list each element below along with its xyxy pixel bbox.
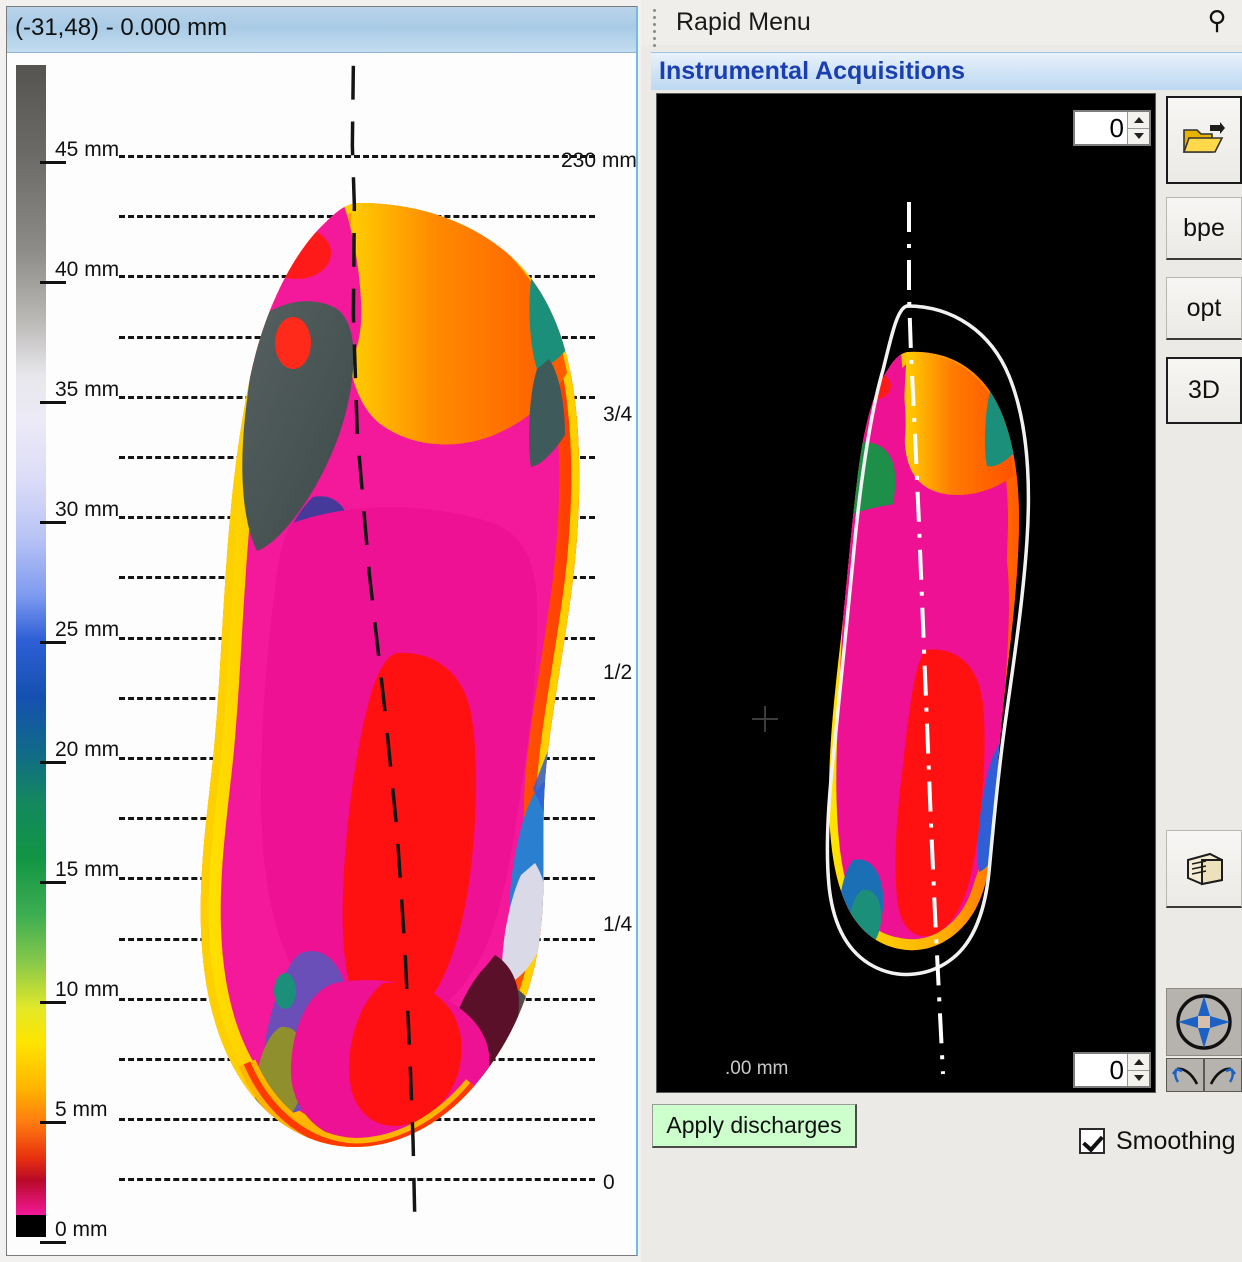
open-file-button[interactable] (1166, 96, 1242, 184)
rotate-right-button[interactable] (1204, 1058, 1242, 1092)
smoothing-checkbox-row[interactable]: Smoothing (1079, 1124, 1236, 1158)
offset-spinner-top[interactable]: 0 (1073, 110, 1151, 146)
section-header-label: Instrumental Acquisitions (659, 57, 966, 85)
smoothing-label: Smoothing (1116, 1126, 1236, 1155)
folder-open-icon (1182, 122, 1225, 153)
apply-discharges-label: Apply discharges (666, 1112, 842, 1138)
offset-spinner-top-value[interactable]: 0 (1075, 112, 1127, 144)
rapid-menu-title: Rapid Menu (676, 8, 811, 36)
bpe-button[interactable]: bpe (1166, 197, 1242, 260)
offset-spinner-bottom-value[interactable]: 0 (1075, 1054, 1127, 1086)
viewport-scale-label: .00 mm (725, 1058, 789, 1079)
offset-spinner-top-arrows[interactable] (1127, 112, 1149, 144)
pan-navigation-pad[interactable] (1166, 988, 1242, 1056)
rapid-menu-bar: Rapid Menu ⚲ (641, 0, 1242, 47)
drag-grip-icon[interactable] (653, 9, 657, 47)
print-button[interactable] (1166, 830, 1242, 908)
spinner-down-icon[interactable] (1128, 129, 1149, 145)
rotate-left-icon (1171, 1067, 1199, 1085)
print-book-icon (1187, 852, 1223, 885)
origin-crosshair-icon (752, 706, 778, 732)
spinner-up-icon[interactable] (1128, 1054, 1149, 1071)
pressure-map-titlebar: (-31,48) - 0.000 mm (7, 7, 636, 53)
spinner-up-icon[interactable] (1128, 112, 1149, 129)
smoothing-checkbox[interactable] (1079, 1128, 1105, 1154)
pressure-map-frame: (-31,48) - 0.000 mm 45 mm 40 mm 35 mm 30 mm… (6, 6, 638, 1256)
pin-icon[interactable]: ⚲ (1204, 5, 1230, 35)
coordinate-readout: (-31,48) - 0.000 mm (15, 14, 228, 41)
opt-button[interactable]: opt (1166, 277, 1242, 340)
rotate-right-icon (1209, 1067, 1237, 1085)
3d-button[interactable]: 3D (1166, 357, 1242, 424)
opt-button-label: opt (1186, 293, 1222, 322)
acquisition-viewport[interactable]: .00 mm (656, 93, 1156, 1093)
section-header-instrumental-acquisitions: Instrumental Acquisitions (651, 52, 1242, 90)
3d-button-label: 3D (1188, 376, 1220, 404)
foot-center-axis (350, 65, 417, 1231)
acquisition-foot-svg (825, 202, 1031, 1075)
spinner-down-icon[interactable] (1128, 1071, 1149, 1087)
pressure-map-plot-area[interactable]: 45 mm 40 mm 35 mm 30 mm 25 mm 20 mm 15 mm 10 mm… (7, 53, 636, 1255)
four-way-compass-icon (1176, 994, 1232, 1050)
rotate-left-button[interactable] (1166, 1058, 1204, 1092)
bpe-button-label: bpe (1183, 213, 1225, 242)
offset-spinner-bottom-arrows[interactable] (1127, 1054, 1149, 1086)
pressure-map-panel: (-31,48) - 0.000 mm 45 mm 40 mm 35 mm 30 mm… (0, 0, 641, 1262)
offset-spinner-bottom[interactable]: 0 (1073, 1052, 1151, 1088)
apply-discharges-button[interactable]: Apply discharges (652, 1104, 857, 1148)
